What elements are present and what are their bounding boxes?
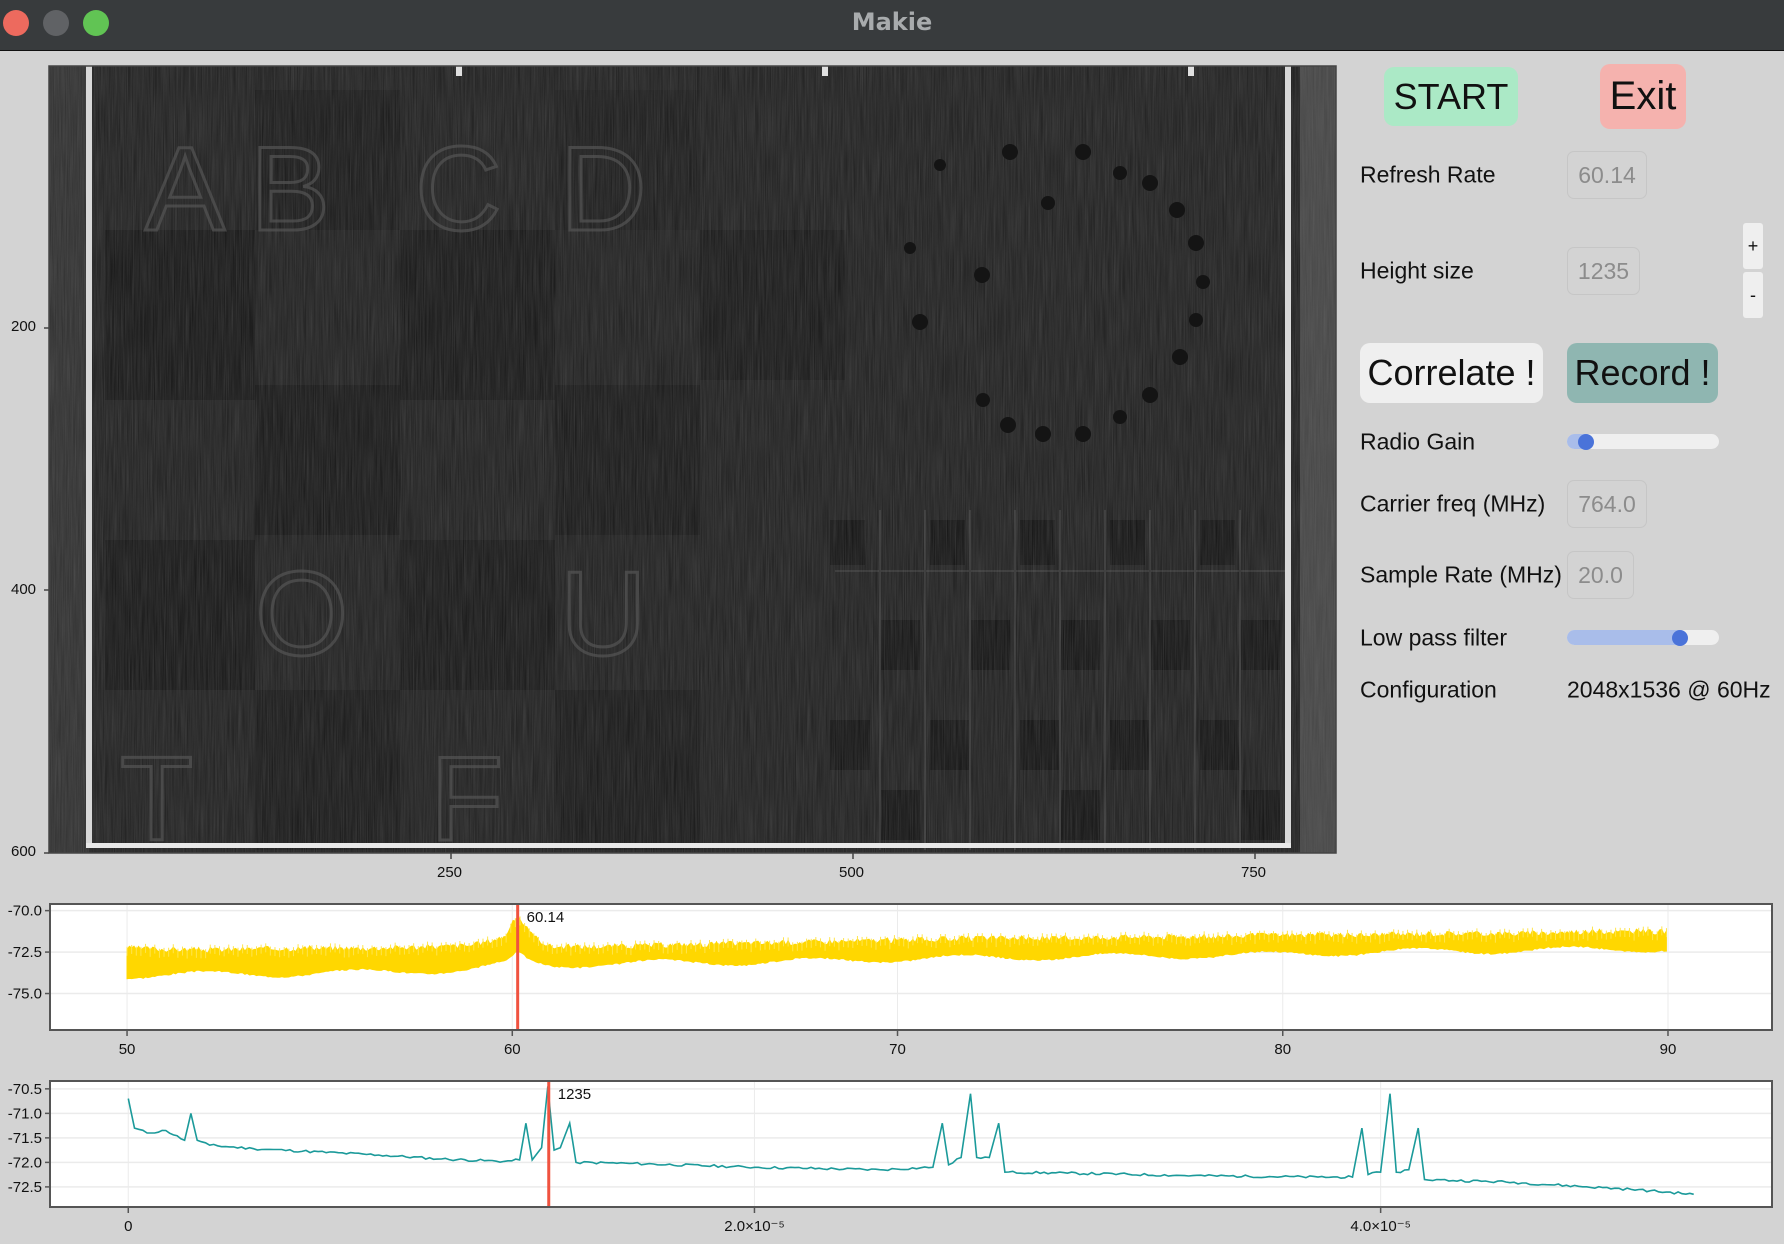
heatmap-ytick-200: 200 <box>11 318 37 335</box>
x-tick-label: 0 <box>124 1218 132 1235</box>
x-tick-label: 80 <box>1274 1041 1291 1058</box>
start-button[interactable]: START <box>1384 67 1518 126</box>
heatmap-ytick-400: 400 <box>11 581 37 598</box>
x-tick-label: 50 <box>119 1041 136 1058</box>
bright-right-line <box>1285 66 1291 846</box>
letter-a: A <box>145 122 225 256</box>
bright-left-line <box>86 66 92 846</box>
carrier-freq-label: Carrier freq (MHz) <box>1360 490 1546 517</box>
carrier-freq-field[interactable]: 764.0 <box>1567 480 1647 528</box>
heatmap-xtick-750: 750 <box>1241 864 1267 881</box>
height-correlation-chart: 0 2.0×10⁻⁵ 4.0×10⁻⁵ -70.5 -71.0 -71.5 -72.0 -72… <box>8 1080 1773 1235</box>
y-tick-label: -71.0 <box>8 1105 42 1122</box>
low-pass-slider-knob[interactable] <box>1671 629 1688 646</box>
y-tick-label: -70.5 <box>8 1081 42 1098</box>
y-tick-label: -72.5 <box>8 944 42 961</box>
record-button[interactable]: Record ! <box>1567 343 1718 403</box>
y-tick-label: -71.5 <box>8 1130 42 1147</box>
correlate-button[interactable]: Correlate ! <box>1360 343 1543 403</box>
refresh-rate-field[interactable]: 60.14 <box>1567 151 1647 199</box>
exit-button[interactable]: Exit <box>1600 64 1686 129</box>
heatmap-ytick-600: 600 <box>11 843 37 860</box>
heatmap-xtick-250: 250 <box>437 864 463 881</box>
letter-d: D <box>560 122 647 256</box>
heatmap-image: A B C D O U T F <box>48 65 1337 868</box>
letter-o: O <box>255 547 348 681</box>
y-tick-label: -70.0 <box>8 903 42 920</box>
x-tick-label: 60 <box>504 1041 521 1058</box>
selected-value-label: 60.14 <box>527 909 565 926</box>
radio-gain-label: Radio Gain <box>1360 428 1476 455</box>
refresh-rate-spectrum-chart: 50 60 70 80 90 -70.0 -72.5 -75.0 60.14 <box>8 903 1773 1058</box>
low-pass-slider-fill <box>1567 630 1686 645</box>
y-tick-label: -72.5 <box>8 1179 42 1196</box>
window-titlebar: Makie <box>0 0 1784 51</box>
configuration-value: 2048x1536 @ 60Hz <box>1567 676 1771 703</box>
letter-b: B <box>250 122 330 256</box>
x-tick-label: 4.0×10⁻⁵ <box>1350 1218 1410 1235</box>
bright-bottom-line <box>86 843 1291 848</box>
sample-rate-field[interactable]: 20.0 <box>1567 551 1634 599</box>
radio-gain-slider[interactable] <box>1567 433 1719 450</box>
low-pass-filter-label: Low pass filter <box>1360 624 1508 651</box>
window-title: Makie <box>851 8 933 36</box>
height-size-field[interactable]: 1235 <box>1567 247 1640 295</box>
height-increment-button[interactable]: + <box>1743 223 1763 269</box>
letter-c: C <box>415 122 502 256</box>
x-tick-label: 70 <box>889 1041 906 1058</box>
low-pass-filter-slider[interactable] <box>1567 629 1719 646</box>
refresh-rate-label: Refresh Rate <box>1360 161 1496 188</box>
configuration-label: Configuration <box>1360 676 1497 703</box>
heatmap-figure: A B C D O U T F <box>44 65 1337 868</box>
selected-value-label: 1235 <box>558 1086 591 1103</box>
x-tick-label: 90 <box>1660 1041 1677 1058</box>
y-tick-label: -72.0 <box>8 1154 42 1171</box>
sample-rate-label: Sample Rate (MHz) <box>1360 561 1562 588</box>
height-size-label: Height size <box>1360 257 1474 284</box>
plot-area <box>50 1081 1772 1207</box>
height-decrement-button[interactable]: - <box>1743 272 1763 318</box>
y-tick-label: -75.0 <box>8 986 42 1003</box>
x-tick-label: 2.0×10⁻⁵ <box>724 1218 784 1235</box>
heatmap-xtick-500: 500 <box>839 864 865 881</box>
letter-u: U <box>560 547 647 681</box>
radio-gain-slider-knob[interactable] <box>1577 433 1594 450</box>
